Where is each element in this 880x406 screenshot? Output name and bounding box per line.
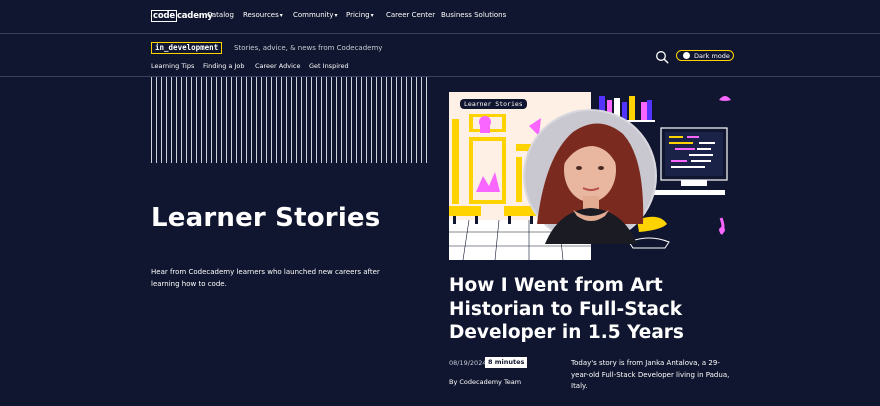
toggle-knob: [683, 52, 690, 59]
dark-mode-toggle[interactable]: Dark mode: [676, 50, 734, 61]
article-summary: Today's story is from Janka Antalova, a …: [571, 359, 730, 390]
nav-community[interactable]: Community▾: [293, 11, 338, 19]
blog-tagline: Stories, advice, & news from Codecademy: [234, 44, 383, 52]
image-badge: Learner Stories: [460, 99, 527, 109]
nav-career-center[interactable]: Career Center: [386, 11, 435, 19]
chevron-down-icon: ▾: [370, 12, 374, 19]
search-icon[interactable]: [655, 50, 669, 64]
article-author: By Codecademy Team: [449, 378, 522, 386]
nav-pricing[interactable]: Pricing▾: [346, 11, 374, 19]
decorative-stripes: [151, 77, 431, 163]
read-time-badge: 8 minutes: [485, 357, 528, 368]
illustration: [449, 92, 733, 260]
chevron-down-icon: ▾: [334, 12, 338, 19]
page-title: Learner Stories: [151, 203, 381, 233]
nav-resources[interactable]: Resources▾: [243, 11, 283, 19]
subnav-get-inspired[interactable]: Get Inspired: [309, 62, 349, 70]
nav-catalog[interactable]: Catalog: [207, 11, 234, 19]
subnav-finding-a-job[interactable]: Finding a Job: [203, 62, 245, 70]
nav-business-solutions[interactable]: Business Solutions: [441, 11, 506, 19]
blog-subheader: in_development Stories, advice, & news f…: [0, 35, 880, 77]
chevron-down-icon: ▾: [279, 12, 283, 19]
featured-article-title[interactable]: How I Went from Art Historian to Full-St…: [449, 274, 739, 345]
page-description: Hear from Codecademy learners who launch…: [151, 268, 380, 288]
article-date: 08/19/2024: [449, 359, 487, 367]
in-development-logo[interactable]: in_development: [151, 42, 223, 54]
top-navbar: code cademy Catalog Resources▾ Community▾…: [0, 0, 880, 34]
codecademy-logo[interactable]: code cademy: [151, 10, 213, 22]
featured-article-image[interactable]: Learner Stories: [449, 92, 733, 260]
subnav-learning-tips[interactable]: Learning Tips: [151, 62, 194, 70]
subnav-career-advice[interactable]: Career Advice: [255, 62, 300, 70]
